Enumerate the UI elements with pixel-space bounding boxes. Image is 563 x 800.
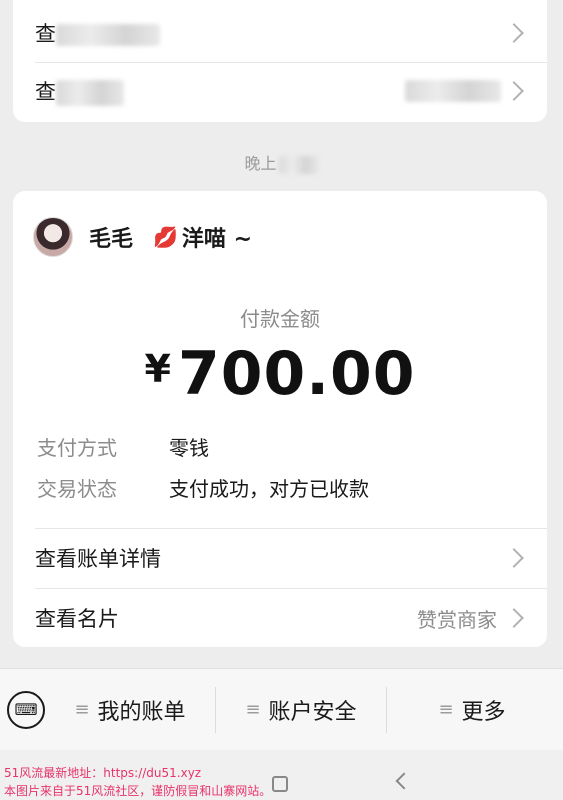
currency-symbol: ¥ — [144, 347, 172, 391]
bottom-menu-bar: ⌨ ≡ 我的账单 ≡ 账户安全 ≡ 更多 — [0, 668, 563, 750]
view-bill-details-row[interactable]: 查看账单详情 — [35, 529, 525, 587]
reward-merchant-label: 赞赏商家 — [417, 607, 497, 632]
amount-label: 付款金额 — [240, 307, 320, 331]
avatar[interactable] — [33, 217, 73, 257]
blurred-time — [278, 155, 319, 174]
blurred-text — [56, 80, 124, 106]
chevron-right-icon — [504, 81, 524, 101]
row-label: 查 — [35, 18, 160, 48]
payment-method-row: 支付方式 零钱 — [37, 432, 209, 461]
card-label: 查看名片 — [35, 607, 119, 631]
amount-value: ¥700.00 — [144, 339, 416, 409]
payer-row[interactable]: 毛毛 💋 洋喵 ~ — [33, 217, 252, 257]
transaction-status-key: 交易状态 — [37, 477, 117, 501]
blurred-text — [56, 24, 160, 46]
payment-method-value: 零钱 — [169, 436, 209, 460]
menu-more[interactable]: ≡ 更多 — [387, 685, 557, 735]
username: 毛毛 — [89, 227, 134, 252]
chevron-right-icon — [504, 608, 524, 628]
menu-icon: ≡ — [245, 699, 261, 720]
transaction-status-value: 支付成功，对方已收款 — [169, 477, 369, 501]
nickname: 💋 洋喵 ~ — [153, 225, 253, 252]
menu-my-bills[interactable]: ≡ 我的账单 — [45, 685, 215, 735]
menu-account-security[interactable]: ≡ 账户安全 — [216, 685, 386, 735]
back-icon[interactable] — [395, 772, 413, 790]
time-separator: 晚上 — [0, 150, 563, 174]
previous-transaction-card: 查 查 — [13, 0, 547, 122]
view-card-row[interactable]: 查 — [35, 62, 525, 120]
row-label: 查 — [35, 76, 124, 106]
bill-details-label: 查看账单详情 — [35, 547, 161, 571]
blurred-right-text — [405, 80, 501, 102]
payment-card: 毛毛 💋 洋喵 ~ 付款金额 ¥700.00 支付方式 零钱 交易状态 支付成功… — [13, 191, 547, 647]
watermark-line1: 51风流最新地址：https://du51.xyz — [4, 766, 202, 780]
chevron-right-icon — [504, 23, 524, 43]
menu-icon: ≡ — [438, 699, 454, 720]
view-bill-details-row[interactable]: 查 — [35, 4, 525, 62]
watermark-line2: 本图片来自于51风流社区，谨防假冒和山寨网站。 — [4, 784, 272, 798]
chevron-right-icon — [504, 548, 524, 568]
lips-icon: 💋 — [153, 225, 178, 249]
view-card-row[interactable]: 查看名片 赞赏商家 — [35, 589, 525, 647]
recent-apps-icon[interactable] — [272, 776, 288, 792]
payment-method-key: 支付方式 — [37, 436, 117, 460]
keyboard-icon[interactable]: ⌨ — [7, 690, 45, 729]
menu-icon: ≡ — [74, 699, 90, 720]
transaction-status-row: 交易状态 支付成功，对方已收款 — [37, 473, 369, 502]
